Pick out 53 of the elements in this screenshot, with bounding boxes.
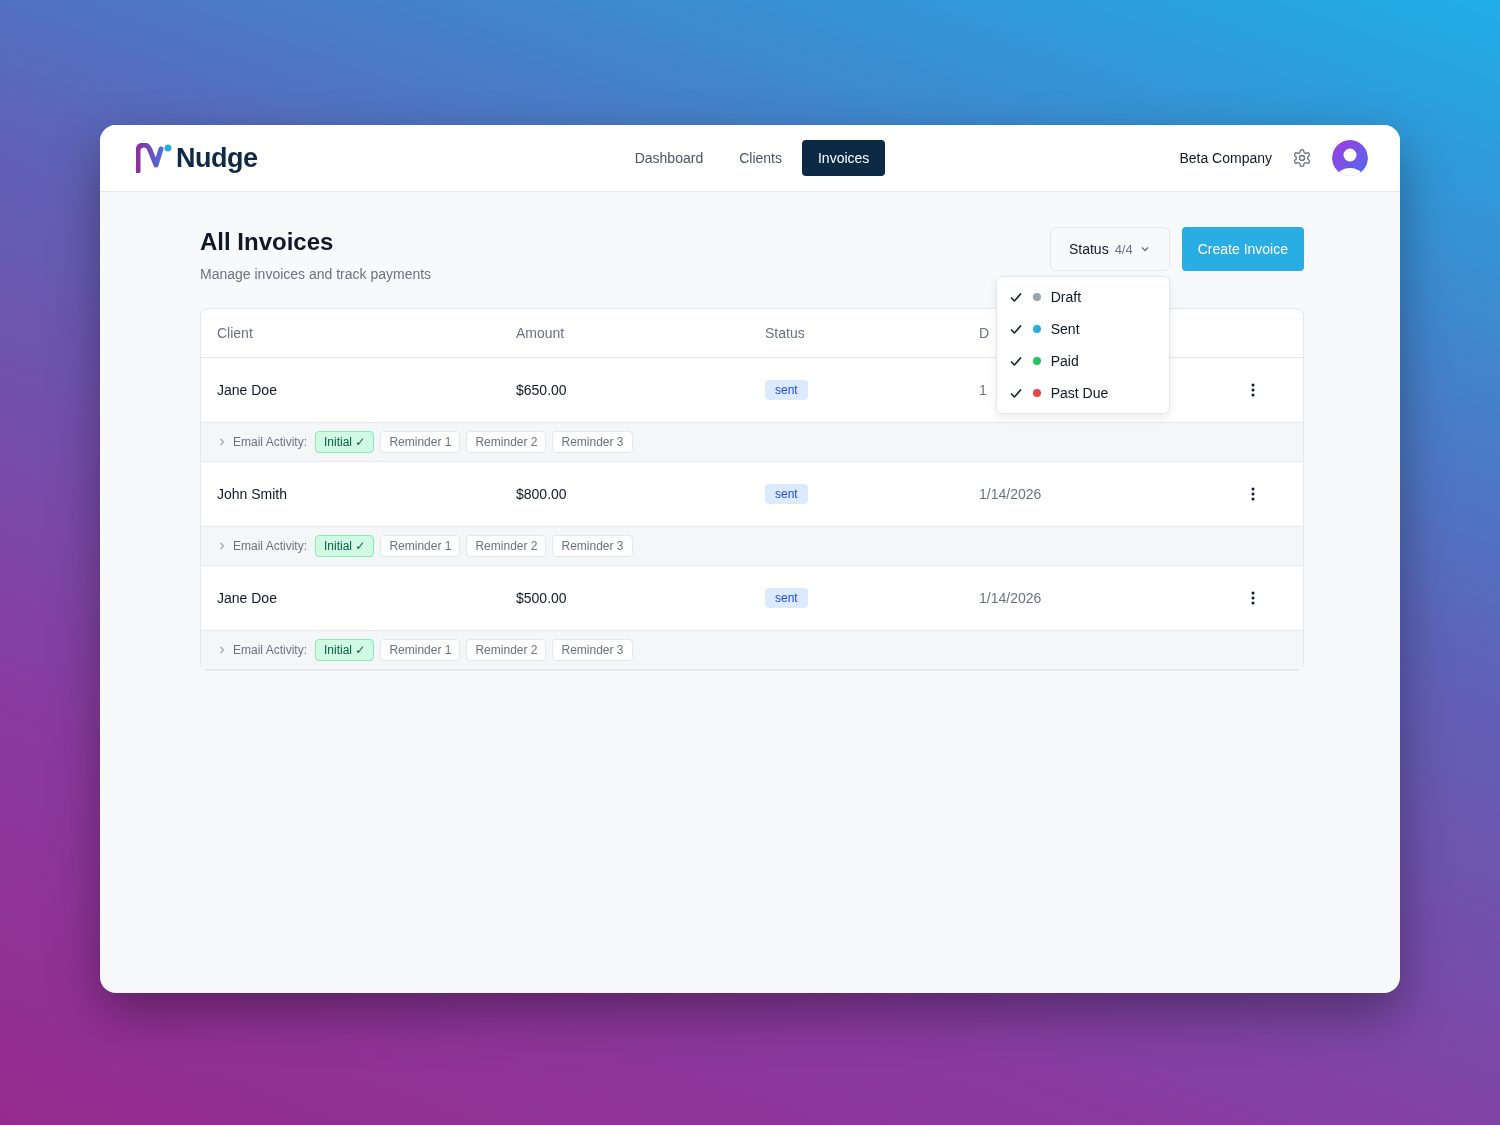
avatar[interactable]	[1332, 140, 1368, 176]
logo-mark-icon	[136, 143, 174, 173]
email-step-tag: Reminder 2	[466, 431, 547, 453]
client-cell: Jane Doe	[217, 382, 277, 398]
client-cell: Jane Doe	[217, 590, 277, 606]
status-badge: sent	[765, 588, 808, 608]
option-label: Sent	[1050, 321, 1080, 337]
page-title: All Invoices	[200, 228, 335, 256]
email-activity-label: Email Activity:	[233, 435, 307, 449]
email-activity-label: Email Activity:	[233, 643, 307, 657]
vertical-dots-icon	[1251, 383, 1255, 397]
status-option[interactable]: Draft	[996, 281, 1169, 313]
settings-icon[interactable]	[1292, 148, 1312, 168]
option-label: Draft	[1050, 289, 1082, 305]
nav-tab[interactable]: Dashboard	[618, 140, 720, 176]
page-subtitle: Manage invoices and track payments	[200, 266, 432, 282]
email-step-tag: Reminder 2	[466, 639, 547, 661]
column-header: Client	[217, 325, 253, 341]
date-cell: 1/14/2026	[979, 486, 1042, 502]
status-option[interactable]: Paid	[996, 345, 1169, 377]
client-cell: John Smith	[217, 486, 288, 502]
amount-cell: $650.00	[516, 382, 567, 398]
status-badge: sent	[765, 380, 808, 400]
email-step-tag: Reminder 3	[552, 639, 633, 661]
email-step-tag: Reminder 3	[552, 431, 633, 453]
status-option[interactable]: Past Due	[996, 377, 1169, 409]
column-header: Status	[765, 325, 805, 341]
email-step-tag: Initial ✓	[315, 535, 375, 557]
vertical-dots-icon	[1251, 591, 1255, 605]
email-activity-label: Email Activity:	[233, 539, 307, 553]
date-cell: 1/14/2026	[979, 590, 1042, 606]
company-name: Beta Company	[1179, 150, 1272, 166]
status-filter-button[interactable]: Status 4/4	[1049, 227, 1170, 271]
email-step-tag: Initial ✓	[315, 639, 375, 661]
amount-cell: $800.00	[516, 486, 567, 502]
vertical-dots-icon	[1251, 487, 1255, 501]
option-label: Past Due	[1050, 385, 1109, 401]
email-step-tag: Reminder 1	[380, 535, 461, 557]
column-header: D	[979, 325, 990, 341]
email-step-tag: Initial ✓	[315, 431, 375, 453]
nav-tab[interactable]: Invoices	[801, 140, 886, 176]
email-step-tag: Reminder 2	[466, 535, 547, 557]
option-label: Paid	[1050, 353, 1079, 369]
email-step-tag: Reminder 1	[380, 639, 461, 661]
email-step-tag: Reminder 1	[380, 431, 461, 453]
brand-name: Nudge	[176, 142, 258, 174]
nav-tab[interactable]: Clients	[723, 140, 798, 176]
status-option[interactable]: Sent	[996, 313, 1169, 345]
email-step-tag: Reminder 3	[552, 535, 633, 557]
amount-cell: $500.00	[516, 590, 567, 606]
date-cell: 1	[979, 382, 987, 398]
status-badge: sent	[765, 484, 808, 504]
column-header: Amount	[516, 325, 565, 341]
